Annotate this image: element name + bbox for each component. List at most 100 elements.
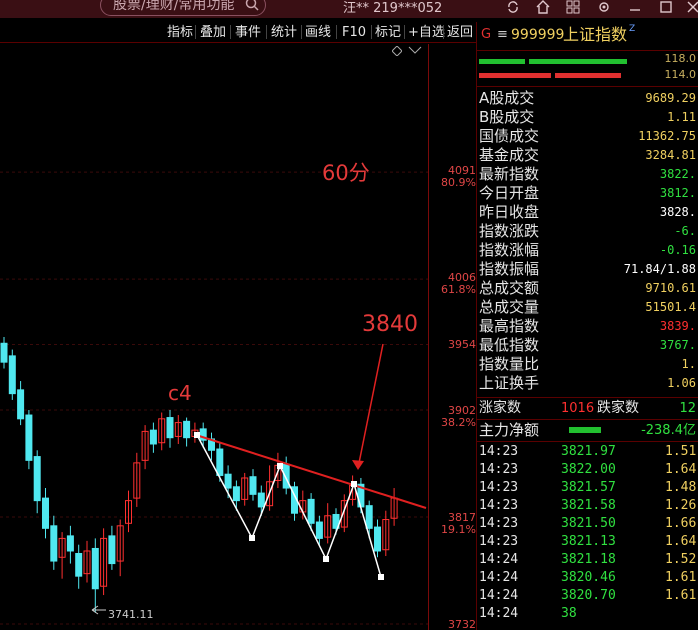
candle-body	[183, 420, 191, 439]
stock-name: 上证指数	[563, 25, 628, 44]
wave-node	[323, 556, 329, 562]
candle-body	[374, 526, 381, 552]
trade-volume: 1.61	[665, 570, 697, 585]
low-marker-arrow	[91, 605, 106, 615]
candle-body	[0, 342, 8, 363]
chart-toolbar: 指标 叠加 事件 统计 画线 F10 标记 +自选 返回	[0, 22, 476, 43]
trade-time: 14:23	[479, 498, 519, 513]
stat-value: 1.11	[667, 110, 696, 124]
flow-bar	[569, 427, 601, 433]
stat-value: 71.84/1.88	[623, 262, 696, 276]
trade-price: 3820.46	[561, 570, 616, 585]
trade-time: 14:24	[479, 588, 519, 603]
bar-bottom-value: 114.0	[664, 68, 697, 81]
menu-icon[interactable]: ≡	[497, 22, 508, 48]
kline-chart[interactable]	[0, 44, 476, 630]
low-price-label: 3741.11	[108, 608, 154, 621]
volume-bar-red	[555, 73, 621, 78]
trade-time: 14:23	[479, 534, 519, 549]
grid-icon[interactable]	[566, 0, 580, 14]
candle-body	[315, 521, 323, 539]
trade-price: 3821.57	[561, 480, 616, 495]
stat-label: 上证换手	[479, 374, 540, 392]
stat-value: -6.	[674, 224, 696, 238]
trade-row: 14:23 3821.97 1.51	[477, 443, 698, 461]
stat-label: 最新指数	[479, 165, 540, 183]
panel-header: G ≡ 999999 上证指数 Z	[477, 22, 698, 48]
add-watchlist-button[interactable]: +自选	[406, 23, 447, 42]
axis-pct-label: 80.9%	[441, 176, 476, 189]
trade-price: 3822.00	[561, 462, 616, 477]
wave-node	[249, 535, 255, 541]
trade-volume: 1.51	[665, 444, 697, 459]
draw-line-button[interactable]: 画线	[303, 23, 333, 42]
indicator-button[interactable]: 指标	[165, 23, 195, 42]
stat-value: 3284.81	[645, 148, 696, 162]
user-account-label[interactable]: 汪** 219***052	[343, 0, 442, 16]
stat-row: 总成交量 51501.4	[477, 298, 698, 317]
home-icon[interactable]	[536, 0, 550, 14]
wave-node	[277, 463, 283, 469]
stat-value: 1.	[681, 357, 696, 371]
title-bar: 股票/理财/常用功能 汪** 219***052	[0, 0, 698, 18]
sync-icon[interactable]	[506, 0, 520, 14]
stat-label: 总成交量	[479, 298, 540, 316]
overlay-button[interactable]: 叠加	[198, 23, 228, 42]
axis-pct-label: 19.1%	[441, 523, 476, 536]
stat-row: 基金成交 3284.81	[477, 146, 698, 165]
maximize-icon[interactable]	[659, 0, 673, 14]
trade-price: 3820.70	[561, 588, 616, 603]
zoom-marker: Z	[629, 24, 636, 34]
shrink-icon[interactable]	[407, 46, 423, 56]
candle-body	[50, 525, 58, 562]
candle-body	[66, 535, 74, 552]
stat-row: 最低指数 3767.	[477, 336, 698, 355]
candle-body	[33, 456, 41, 502]
candle-body	[75, 553, 83, 577]
wave-node	[194, 432, 200, 438]
stat-value: 3812.	[659, 186, 696, 200]
search-input[interactable]: 股票/理财/常用功能	[100, 0, 266, 16]
main-flow-row: 主力净额 -238.4亿	[479, 421, 696, 439]
minimize-icon[interactable]	[628, 0, 642, 14]
stat-row: 最新指数 3822.	[477, 165, 698, 184]
statistics-button[interactable]: 统计	[269, 23, 299, 42]
stat-value: -0.16	[659, 243, 696, 257]
wave-zigzag	[196, 434, 382, 578]
back-button[interactable]: 返回	[445, 23, 475, 42]
stat-row: 总成交额 9710.61	[477, 279, 698, 298]
trade-row: 14:23 3821.58 1.26	[477, 497, 698, 515]
stat-value: 3839.	[659, 319, 696, 333]
stat-label: 国债成交	[479, 127, 540, 145]
stat-label: 最低指数	[479, 336, 540, 354]
mark-button[interactable]: 标记	[373, 23, 403, 42]
bar-top-value: 118.0	[664, 52, 697, 65]
trade-price: 3821.50	[561, 516, 616, 531]
close-icon[interactable]	[686, 0, 698, 14]
trade-volume: 1.64	[665, 534, 697, 549]
f10-button[interactable]: F10	[340, 23, 368, 42]
stat-value: 51501.4	[645, 300, 696, 314]
events-button[interactable]: 事件	[233, 23, 263, 42]
trade-time: 14:23	[479, 444, 519, 459]
trade-row: 14:23 3822.00 1.64	[477, 461, 698, 479]
axis-label: 3732	[448, 618, 476, 630]
settings-icon[interactable]	[597, 0, 611, 14]
candle-body	[108, 535, 116, 565]
wave-node	[378, 574, 384, 580]
candle-body	[166, 417, 174, 439]
stat-row: 指数振幅 71.84/1.88	[477, 260, 698, 279]
stat-row: 国债成交 11362.75	[477, 127, 698, 146]
wave-node	[351, 481, 357, 487]
trade-price: 3821.58	[561, 498, 616, 513]
trade-time: 14:23	[479, 480, 519, 495]
trade-volume: 1.64	[665, 462, 697, 477]
stat-row: 指数量比 1.	[477, 355, 698, 374]
stat-label: 指数涨幅	[479, 241, 540, 259]
candle-body	[42, 497, 49, 529]
volume-bar-green	[479, 59, 525, 64]
trade-volume: 1.52	[665, 552, 697, 567]
trade-volume: 1.61	[665, 588, 697, 603]
wave-c4-annotation: c4	[168, 381, 192, 405]
trade-time: 14:24	[479, 570, 519, 585]
